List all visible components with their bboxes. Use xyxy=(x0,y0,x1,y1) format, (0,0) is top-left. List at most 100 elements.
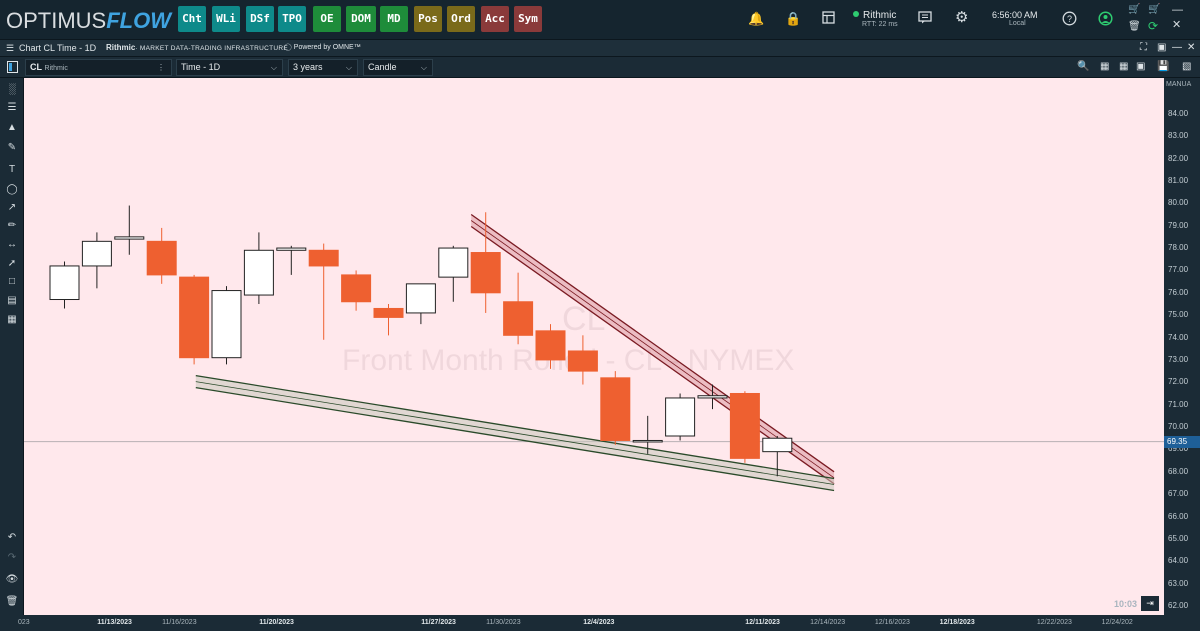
refresh-icon[interactable]: ⟳ xyxy=(1148,19,1158,33)
candle-body xyxy=(81,240,112,267)
lock-icon[interactable]: 🔒 xyxy=(785,12,801,26)
chart-area[interactable]: CL Front Month Rolled - CL - NYMEX 10:03… xyxy=(24,78,1164,615)
module-button-cht[interactable]: Cht xyxy=(178,6,206,32)
time-axis[interactable]: 023 11/13/2023 11/16/2023 11/20/2023 11/27/2… xyxy=(18,615,1164,631)
window-title: Chart CL Time - 1D xyxy=(19,43,97,53)
price-plot[interactable] xyxy=(24,78,1164,615)
app-window: OPTIMUSFLOW Cht WLi DSf TPO OE DOM MD Pos Ord Acc… xyxy=(0,0,1200,631)
candle-body xyxy=(438,247,469,278)
module-button-oe[interactable]: OE xyxy=(313,6,341,32)
chart-type-select[interactable]: Candle ⌵ xyxy=(363,59,433,76)
cart-icon[interactable]: 🛒 xyxy=(1128,3,1140,17)
edit-icon[interactable]: ✎ xyxy=(4,140,20,156)
settings-panel-icon[interactable]: ▧ xyxy=(1182,61,1191,72)
layers-icon[interactable]: ☰ xyxy=(4,100,20,116)
price-tick-label: 75.00 xyxy=(1168,310,1189,320)
candle-body xyxy=(632,439,663,443)
restore-icon[interactable]: ▣ xyxy=(1157,42,1166,53)
time-tick-label: 12/24/202 xyxy=(1101,619,1133,626)
indicators-icon[interactable]: ▦ xyxy=(1119,61,1128,72)
candle xyxy=(146,227,177,284)
candle-body xyxy=(470,252,501,294)
module-button-ord[interactable]: Ord xyxy=(447,6,475,32)
bar-chart-icon[interactable]: ░ xyxy=(4,82,20,98)
time-tick-label: 023 xyxy=(18,619,30,626)
price-tick-label: 84.00 xyxy=(1168,108,1189,118)
template-icon[interactable]: ▣ xyxy=(1136,61,1145,72)
range-select[interactable]: 3 years ⌵ xyxy=(288,59,358,76)
price-tick-label: 62.00 xyxy=(1168,601,1189,611)
delete-drawings-icon[interactable]: 🗑 xyxy=(4,594,20,610)
time-tick-label: 12/14/2023 xyxy=(810,619,846,626)
horizontal-line-icon[interactable]: ↔ xyxy=(4,237,20,253)
timeframe-select[interactable]: Time - 1D ⌵ xyxy=(176,59,283,76)
price-tick-label: 77.00 xyxy=(1168,265,1189,275)
svg-text:?: ? xyxy=(1067,14,1072,24)
candle-body xyxy=(49,265,80,301)
module-button-md[interactable]: MD xyxy=(380,6,408,32)
help-icon[interactable]: ? xyxy=(1062,11,1077,29)
time-tick-label: 11/27/2023 xyxy=(421,619,456,626)
candle-body xyxy=(405,283,436,314)
pencil-tool-icon[interactable]: ✏ xyxy=(4,218,20,234)
redo-icon[interactable]: ↷ xyxy=(4,550,20,566)
module-button-wli[interactable]: WLi xyxy=(212,6,240,32)
price-tick-label: 79.00 xyxy=(1168,220,1189,230)
trend-line-icon[interactable]: ➚ xyxy=(4,256,20,272)
pin-icon[interactable]: ⛶ xyxy=(1140,42,1147,53)
hamburger-menu-icon[interactable]: ☰ xyxy=(6,43,14,54)
module-button-tpo[interactable]: TPO xyxy=(278,6,306,32)
undo-icon[interactable]: ↶ xyxy=(4,530,20,546)
symbol-field[interactable]: CL Rithmic ⋮ xyxy=(25,59,172,76)
price-tick-label: 67.00 xyxy=(1168,489,1189,499)
candle-body xyxy=(729,392,760,459)
save-icon[interactable]: 💾 xyxy=(1157,61,1169,72)
candle-body xyxy=(308,249,339,267)
chat-icon[interactable] xyxy=(918,11,932,27)
time-tick-label: 12/16/2023 xyxy=(874,619,910,626)
candle xyxy=(729,391,760,463)
fib-tool-icon[interactable]: ▦ xyxy=(4,312,20,328)
window-close-icon[interactable]: ✕ xyxy=(1187,42,1195,53)
price-tick-label: 83.00 xyxy=(1168,131,1189,141)
circle-tool-icon[interactable]: ◯ xyxy=(4,182,20,198)
candle-body xyxy=(697,395,728,399)
user-icon[interactable] xyxy=(1098,11,1113,29)
zoom-icon[interactable]: 🔍 xyxy=(1077,61,1089,72)
module-button-acc[interactable]: Acc xyxy=(481,6,509,32)
module-button-pos[interactable]: Pos xyxy=(414,6,442,32)
trash-icon[interactable]: 🗑 xyxy=(1128,20,1141,34)
window-minimize-icon[interactable]: — xyxy=(1172,42,1182,53)
candle xyxy=(179,274,210,365)
alert-icon[interactable]: ▲ xyxy=(4,120,20,136)
candle xyxy=(600,371,631,445)
module-button-dsf[interactable]: DSf xyxy=(246,6,274,32)
gear-icon[interactable]: ⚙ xyxy=(955,10,968,25)
layout-icon[interactable] xyxy=(820,11,836,27)
bell-icon[interactable]: 🔔 xyxy=(748,12,764,26)
price-tick-label: 70.00 xyxy=(1168,422,1189,432)
time-tick-label: 11/16/2023 xyxy=(162,619,197,626)
cart-alt-icon[interactable]: 🛒 xyxy=(1148,3,1160,17)
candle-body xyxy=(567,350,598,372)
table-icon[interactable]: ▦ xyxy=(1100,61,1109,72)
candle xyxy=(535,324,566,369)
price-axis[interactable]: MANUA 84.00 83.00 82.00 81.00 80.00 79.00 78.0… xyxy=(1164,78,1200,615)
candle xyxy=(81,232,112,289)
scroll-to-latest-button[interactable]: ⇥ xyxy=(1141,596,1159,611)
channel-tool-icon[interactable]: ▤ xyxy=(4,293,20,309)
module-button-dom[interactable]: DOM xyxy=(346,6,376,32)
close-icon[interactable]: ✕ xyxy=(1172,18,1181,32)
minimize-icon[interactable]: — xyxy=(1172,3,1183,17)
clock-timezone: Local xyxy=(1009,20,1026,27)
text-tool-icon[interactable]: T xyxy=(4,162,20,178)
window-header: ☰ Chart CL Time - 1D Rithmic· MARKET DAT… xyxy=(0,40,1200,57)
rtt-readout: RTT: 22 ms xyxy=(862,21,898,28)
module-button-sym[interactable]: Sym xyxy=(514,6,542,32)
rectangle-tool-icon[interactable]: □ xyxy=(4,274,20,290)
candle xyxy=(243,232,274,304)
arrow-tool-icon[interactable]: ↗ xyxy=(4,200,20,216)
visibility-icon[interactable]: 👁 xyxy=(4,572,20,588)
candle xyxy=(276,245,307,275)
panel-toggle-icon[interactable] xyxy=(7,61,18,73)
